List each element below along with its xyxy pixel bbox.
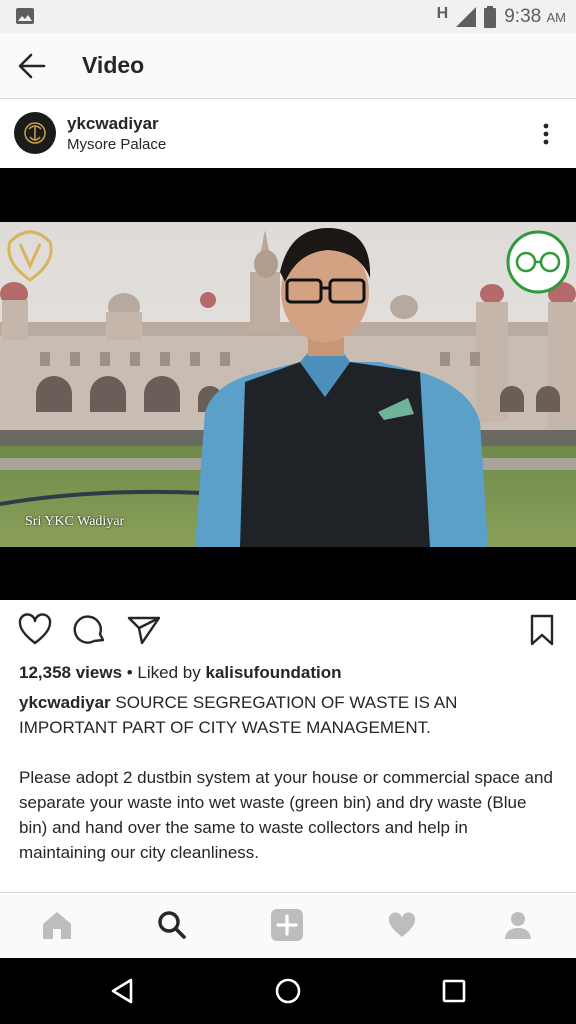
- post-username[interactable]: ykcwadiyar: [67, 114, 159, 134]
- search-icon[interactable]: [156, 909, 188, 941]
- activity-heart-icon[interactable]: [386, 909, 418, 941]
- swachh-logo: [506, 230, 570, 294]
- page-title: Video: [82, 52, 145, 78]
- system-navigation-bar: [0, 958, 576, 1024]
- signal-icon: [456, 7, 477, 27]
- recents-square-icon[interactable]: [439, 976, 469, 1006]
- heart-icon[interactable]: [17, 612, 53, 648]
- palace-scene: [0, 222, 576, 547]
- battery-icon: [484, 6, 497, 28]
- liked-by-prefix: • Liked by: [122, 663, 206, 682]
- caption-username[interactable]: ykcwadiyar: [19, 693, 111, 712]
- clock: 9:38 AM: [504, 6, 566, 27]
- add-icon[interactable]: [271, 909, 303, 941]
- status-bar: H 9:38 AM: [0, 0, 576, 33]
- caption-text-second: Please adopt 2 dustbin system at your ho…: [19, 768, 553, 862]
- post-caption: ykcwadiyar SOURCE SEGREGATION OF WASTE I…: [19, 690, 559, 890]
- liked-by-user[interactable]: kalisufoundation: [205, 663, 341, 682]
- royal-crest-icon: [24, 122, 46, 144]
- gallery-icon: [16, 8, 34, 24]
- home-icon[interactable]: [41, 909, 73, 941]
- arrow-left-icon[interactable]: [18, 53, 46, 79]
- network-type-indicator: H: [436, 5, 449, 22]
- home-circle-icon[interactable]: [273, 976, 303, 1006]
- bookmark-icon[interactable]: [524, 612, 560, 648]
- video-frame-image: Sri YKC Wadiyar: [0, 222, 576, 547]
- more-vertical-icon[interactable]: [542, 122, 550, 146]
- views-and-likes: 12,358 views • Liked by kalisufoundation: [19, 663, 341, 683]
- back-triangle-icon[interactable]: [108, 976, 138, 1006]
- post-actions: [0, 612, 576, 656]
- post-location[interactable]: Mysore Palace: [67, 136, 166, 153]
- bottom-navigation: [0, 892, 576, 958]
- post-header: ykcwadiyar Mysore Palace: [0, 100, 576, 168]
- avatar[interactable]: [14, 112, 56, 154]
- profile-icon[interactable]: [502, 909, 534, 941]
- comment-icon[interactable]: [72, 612, 108, 648]
- video-watermark: Sri YKC Wadiyar: [25, 514, 125, 529]
- app-header: Video: [0, 33, 576, 99]
- share-icon[interactable]: [126, 612, 162, 648]
- views-count[interactable]: 12,358 views: [19, 663, 122, 682]
- video-player[interactable]: Sri YKC Wadiyar: [0, 168, 576, 600]
